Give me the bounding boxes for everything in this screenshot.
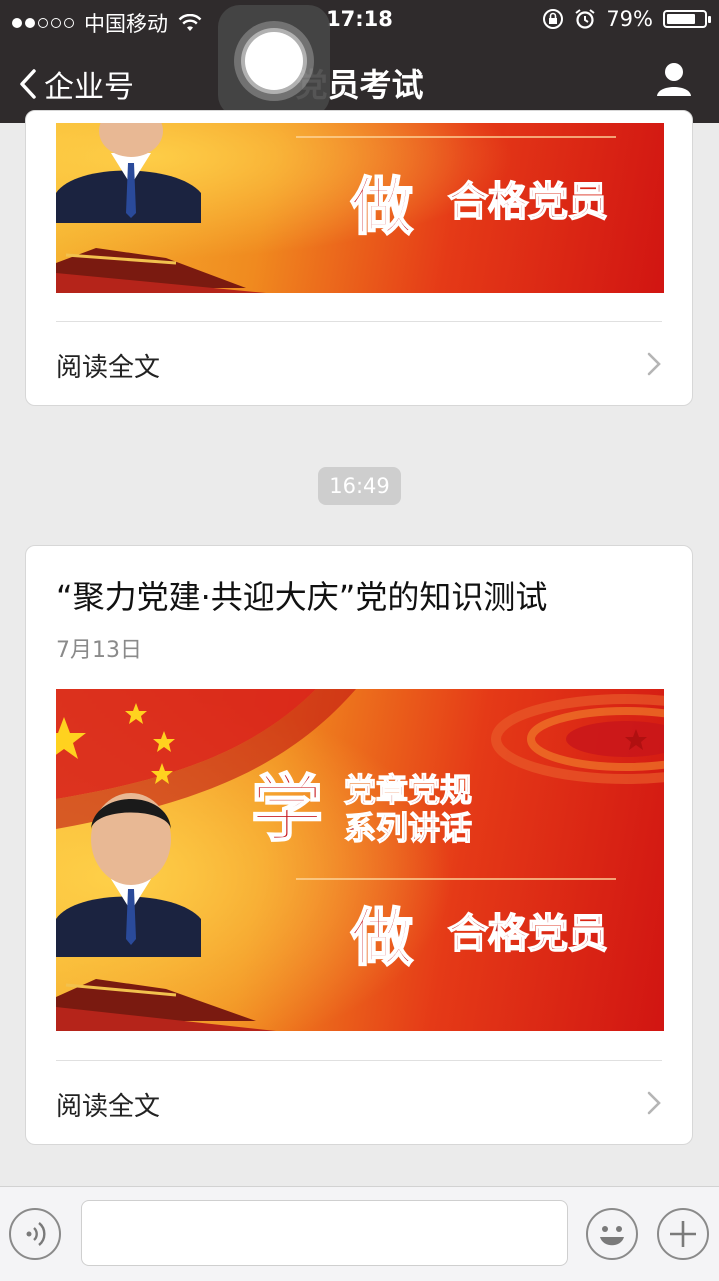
read-full-text-link[interactable]: 阅读全文 — [56, 347, 160, 384]
banner-slogan: 合格党员 — [448, 179, 608, 225]
assistive-touch-button[interactable] — [218, 5, 330, 117]
article-title: “聚力党建·共迎大庆”党的知识测试 — [56, 578, 548, 616]
banner-top-line1: 党章党规 — [344, 771, 472, 809]
battery-icon — [663, 10, 711, 28]
voice-icon — [26, 1222, 46, 1246]
read-full-text-link[interactable]: 阅读全文 — [56, 1086, 160, 1123]
banner-slogan: 合格党员 — [448, 911, 608, 957]
banner-big-char-top: 学 — [251, 767, 323, 851]
article-date: 7月13日 — [56, 638, 142, 663]
article-banner-image: 学 党章党规 系列讲话 做 合格党员 — [56, 689, 664, 1031]
card-divider — [56, 321, 662, 322]
chevron-right-icon — [647, 1091, 661, 1115]
banner-big-char: 做 — [350, 901, 413, 974]
banner-big-char: 做 — [350, 170, 413, 243]
emoji-icon — [600, 1226, 624, 1246]
chat-timestamp: 16:49 — [318, 467, 401, 505]
rotation-lock-icon — [543, 9, 564, 29]
banner-artwork: 学 党章党规 系列讲话 做 合格党员 — [56, 689, 664, 1031]
status-right: 79% — [542, 7, 711, 31]
article-card-2[interactable]: “聚力党建·共迎大庆”党的知识测试 7月13日 学 党章党规 系列讲话 做 合格… — [25, 545, 693, 1145]
article-card-1[interactable]: 做 合格党员 阅读全文 — [25, 110, 693, 406]
top-bar: 中国移动 17:18 79% 企业号 党员考试 — [0, 0, 719, 123]
message-input-bar — [0, 1186, 719, 1281]
plus-icon — [670, 1221, 696, 1247]
banner-top-line2: 系列讲话 — [344, 809, 472, 847]
battery-percent: 79% — [606, 7, 653, 31]
chevron-right-icon — [647, 352, 661, 376]
user-profile-button[interactable] — [655, 60, 693, 102]
voice-input-button[interactable] — [9, 1208, 61, 1260]
card-divider — [56, 1060, 662, 1061]
message-input[interactable] — [81, 1200, 568, 1266]
emoji-button[interactable] — [586, 1208, 638, 1260]
article-banner-image: 做 合格党员 — [56, 123, 664, 293]
user-icon — [657, 63, 691, 96]
battery-level-fill — [667, 14, 695, 24]
page-title: 党员考试 — [295, 66, 424, 104]
status-bar: 中国移动 17:18 79% — [0, 0, 719, 40]
more-options-button[interactable] — [657, 1208, 709, 1260]
alarm-icon — [575, 9, 595, 29]
banner-artwork: 做 合格党员 — [56, 123, 664, 293]
